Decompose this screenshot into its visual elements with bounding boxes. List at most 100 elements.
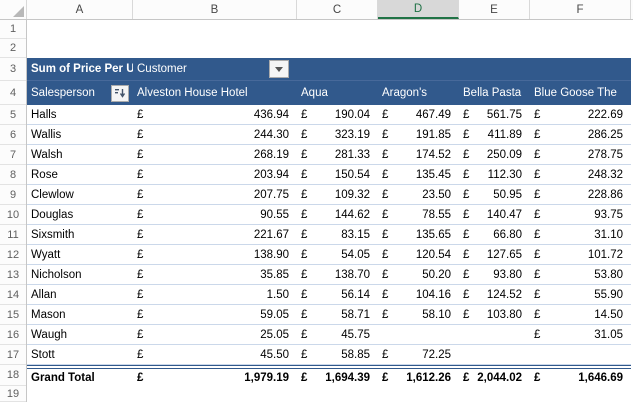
value-cell-bella-pasta[interactable]: £93.80 (459, 265, 530, 284)
value-cell-bella-pasta[interactable]: £50.95 (459, 185, 530, 204)
value-cell-bella-pasta[interactable]: £140.47 (459, 205, 530, 224)
value-cell-blue-goose[interactable]: £14.50 (530, 305, 631, 324)
salesperson-name-cell[interactable]: Walsh (27, 145, 133, 164)
value-cell-aqua[interactable]: £150.54 (297, 165, 378, 184)
blue-cell[interactable] (297, 58, 378, 80)
column-field-cell[interactable]: Customer (133, 58, 297, 80)
value-cell-alveston[interactable]: £45.50 (133, 345, 297, 364)
row-number-4[interactable]: 4 (0, 81, 26, 105)
value-cell-blue-goose[interactable]: £55.90 (530, 285, 631, 304)
salesperson-name-cell[interactable]: Halls (27, 105, 133, 124)
value-cell-blue-goose[interactable]: £93.75 (530, 205, 631, 224)
value-cell-bella-pasta[interactable]: £66.80 (459, 225, 530, 244)
pivot-col-header-blue-goose[interactable]: Blue Goose The (530, 81, 631, 105)
value-cell-bella-pasta[interactable] (459, 345, 530, 364)
value-cell-aqua[interactable]: £83.15 (297, 225, 378, 244)
row-number-8[interactable]: 8 (0, 165, 26, 185)
value-cell-bella-pasta[interactable]: £250.09 (459, 145, 530, 164)
value-cell-aragons[interactable]: £58.10 (378, 305, 459, 324)
column-header-d-selected[interactable]: D (378, 0, 459, 19)
value-cell-aragons[interactable]: £174.52 (378, 145, 459, 164)
row-number-5[interactable]: 5 (0, 105, 26, 125)
row-number-17[interactable]: 17 (0, 345, 26, 365)
grand-total-aragons-cell[interactable]: £ 1,612.26 (378, 369, 459, 386)
row-number-1[interactable]: 1 (0, 20, 26, 39)
value-cell-blue-goose[interactable] (530, 345, 631, 364)
value-cell-aragons[interactable]: £78.55 (378, 205, 459, 224)
salesperson-name-cell[interactable]: Sixsmith (27, 225, 133, 244)
column-header-c[interactable]: C (297, 0, 378, 19)
value-cell-alveston[interactable]: £268.19 (133, 145, 297, 164)
grand-total-bella-pasta-cell[interactable]: £ 2,044.02 (459, 369, 530, 386)
value-cell-aqua[interactable]: £190.04 (297, 105, 378, 124)
blue-cell[interactable] (378, 58, 459, 80)
value-cell-aragons[interactable]: £467.49 (378, 105, 459, 124)
value-cell-blue-goose[interactable]: £31.05 (530, 325, 631, 344)
blue-cell[interactable] (459, 58, 530, 80)
value-cell-aqua[interactable]: £323.19 (297, 125, 378, 144)
row-number-12[interactable]: 12 (0, 245, 26, 265)
value-cell-aragons[interactable]: £50.20 (378, 265, 459, 284)
row-number-11[interactable]: 11 (0, 225, 26, 245)
row-number-9[interactable]: 9 (0, 185, 26, 205)
value-cell-alveston[interactable]: £221.67 (133, 225, 297, 244)
value-cell-blue-goose[interactable]: £228.86 (530, 185, 631, 204)
salesperson-name-cell[interactable]: Rose (27, 165, 133, 184)
salesperson-name-cell[interactable]: Clewlow (27, 185, 133, 204)
pivot-col-header-aragons[interactable]: Aragon's (378, 81, 459, 105)
salesperson-name-cell[interactable]: Wyatt (27, 245, 133, 264)
salesperson-name-cell[interactable]: Stott (27, 345, 133, 364)
value-cell-alveston[interactable]: £90.55 (133, 205, 297, 224)
grand-total-aqua-cell[interactable]: £ 1,694.39 (297, 369, 378, 386)
value-cell-alveston[interactable]: £35.85 (133, 265, 297, 284)
value-cell-aqua[interactable]: £58.71 (297, 305, 378, 324)
value-cell-aragons[interactable]: £23.50 (378, 185, 459, 204)
value-cell-alveston[interactable]: £59.05 (133, 305, 297, 324)
value-cell-alveston[interactable]: £244.30 (133, 125, 297, 144)
row-number-10[interactable]: 10 (0, 205, 26, 225)
value-cell-blue-goose[interactable]: £286.25 (530, 125, 631, 144)
value-cell-blue-goose[interactable]: £31.10 (530, 225, 631, 244)
empty-row-1[interactable] (27, 20, 631, 39)
grand-total-alveston-cell[interactable]: £ 1,979.19 (133, 369, 297, 386)
salesperson-name-cell[interactable]: Douglas (27, 205, 133, 224)
value-cell-aqua[interactable]: £109.32 (297, 185, 378, 204)
value-cell-aqua[interactable]: £56.14 (297, 285, 378, 304)
empty-row-2[interactable] (27, 39, 631, 58)
value-cell-bella-pasta[interactable]: £127.65 (459, 245, 530, 264)
value-cell-aragons[interactable]: £72.25 (378, 345, 459, 364)
grand-total-blue-goose-cell[interactable]: £ 1,646.69 (530, 369, 631, 386)
salesperson-name-cell[interactable]: Waugh (27, 325, 133, 344)
value-cell-aqua[interactable]: £281.33 (297, 145, 378, 164)
row-number-18[interactable]: 18 (0, 365, 26, 386)
row-number-19[interactable]: 19 (0, 386, 26, 402)
row-number-16[interactable]: 16 (0, 325, 26, 345)
value-cell-alveston[interactable]: £1.50 (133, 285, 297, 304)
pivot-col-header-aqua[interactable]: Aqua (297, 81, 378, 105)
value-cell-alveston[interactable]: £203.94 (133, 165, 297, 184)
pivot-col-header-alveston[interactable]: Alveston House Hotel (133, 81, 297, 105)
value-cell-aragons[interactable]: £191.85 (378, 125, 459, 144)
column-header-e[interactable]: E (459, 0, 530, 19)
value-cell-bella-pasta[interactable]: £124.52 (459, 285, 530, 304)
value-cell-blue-goose[interactable]: £53.80 (530, 265, 631, 284)
salesperson-name-cell[interactable]: Wallis (27, 125, 133, 144)
row-number-15[interactable]: 15 (0, 305, 26, 325)
column-header-a[interactable]: A (27, 0, 133, 19)
value-cell-aqua[interactable]: £144.62 (297, 205, 378, 224)
value-cell-alveston[interactable]: £25.05 (133, 325, 297, 344)
value-cell-bella-pasta[interactable] (459, 325, 530, 344)
select-all-corner[interactable] (0, 0, 27, 19)
value-cell-aragons[interactable]: £135.45 (378, 165, 459, 184)
row-field-cell[interactable]: Salesperson (27, 81, 133, 105)
row-number-2[interactable]: 2 (0, 39, 26, 58)
salesperson-name-cell[interactable]: Mason (27, 305, 133, 324)
value-cell-bella-pasta[interactable]: £561.75 (459, 105, 530, 124)
value-cell-aragons[interactable] (378, 325, 459, 344)
column-header-f[interactable]: F (530, 0, 631, 19)
value-cell-alveston[interactable]: £207.75 (133, 185, 297, 204)
grand-total-label-cell[interactable]: Grand Total (27, 369, 133, 386)
row-number-7[interactable]: 7 (0, 145, 26, 165)
empty-row-19[interactable] (27, 386, 631, 402)
blue-cell[interactable] (530, 58, 631, 80)
